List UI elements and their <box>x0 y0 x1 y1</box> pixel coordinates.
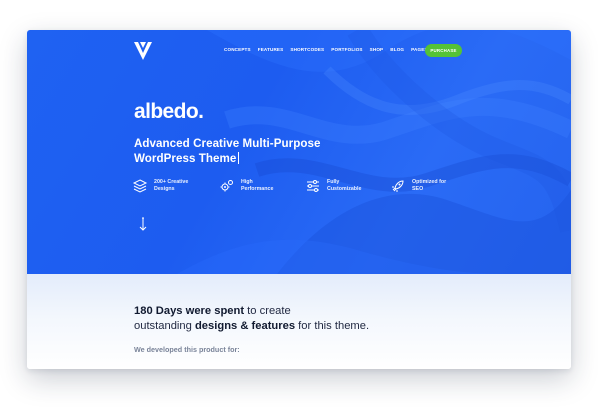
headline-line-2: WordPress Theme <box>134 152 237 165</box>
text-cursor <box>238 152 240 164</box>
albedo-logo-icon[interactable] <box>133 40 153 62</box>
feature-label-line: 200+ Creative <box>154 179 189 186</box>
nav-item-concepts[interactable]: CONCEPTS <box>224 47 251 52</box>
feature-label-line: Designs <box>154 186 175 192</box>
feature-label-line: High <box>241 179 253 186</box>
nav-item-blog[interactable]: BLOG <box>390 47 404 52</box>
feature-label: Optimized for SEO <box>412 179 460 192</box>
feature-label: 200+ Creative Designs <box>154 179 202 192</box>
intro-highlight: designs & features <box>194 320 296 332</box>
feature-label-line: Customizable <box>327 186 362 192</box>
feature-label-line: Performance <box>241 186 274 192</box>
nav-item-portfolios[interactable]: PORTFOLIOS <box>331 47 362 52</box>
intro-section: 180 Days were spent to create outstandin… <box>27 274 571 369</box>
nav-item-features[interactable]: FEATURES <box>258 47 284 52</box>
intro-text-part: outstanding <box>134 320 195 332</box>
feature-label: Fully Customizable <box>327 179 375 192</box>
developed-for-heading: We developed this product for: <box>134 345 240 354</box>
layers-icon <box>132 179 148 193</box>
main-navigation: CONCEPTS FEATURES SHORTCODES PORTFOLIOS … <box>224 47 428 52</box>
purchase-button[interactable]: PURCHASE <box>425 44 462 57</box>
nav-item-shortcodes[interactable]: SHORTCODES <box>290 47 324 52</box>
feature-label: High Performance <box>241 179 289 192</box>
brand-wordmark: albedo. <box>134 100 204 123</box>
theme-preview-card: CONCEPTS FEATURES SHORTCODES PORTFOLIOS … <box>27 30 571 369</box>
intro-text-part: to create <box>244 305 291 317</box>
intro-highlight: 180 Days were spent <box>134 305 245 317</box>
feature-item-performance: High Performance <box>219 178 289 194</box>
feature-item-seo: Optimized for SEO <box>390 178 460 194</box>
headline-line-1: Advanced Creative Multi-Purpose <box>134 137 321 150</box>
rocket-icon <box>392 180 404 192</box>
feature-label-line: Optimized for <box>412 179 447 186</box>
nav-item-shop[interactable]: SHOP <box>370 47 384 52</box>
sliders-icon <box>307 180 319 192</box>
hero-section: CONCEPTS FEATURES SHORTCODES PORTFOLIOS … <box>27 30 571 274</box>
feature-list: 200+ Creative Designs High Performance F… <box>27 178 571 200</box>
intro-text: 180 Days were spent to create outstandin… <box>134 304 434 334</box>
page-background: CONCEPTS FEATURES SHORTCODES PORTFOLIOS … <box>0 0 598 407</box>
hero-headline: Advanced Creative Multi-Purpose WordPres… <box>134 136 374 166</box>
scroll-down-arrow-icon[interactable] <box>138 217 148 232</box>
intro-text-part: for this theme. <box>295 320 370 332</box>
feature-item-designs: 200+ Creative Designs <box>132 178 202 194</box>
feature-label-line: SEO <box>412 186 424 192</box>
feature-label-line: Fully <box>327 179 340 186</box>
feature-item-customizable: Fully Customizable <box>305 178 375 194</box>
gears-icon <box>220 180 233 192</box>
